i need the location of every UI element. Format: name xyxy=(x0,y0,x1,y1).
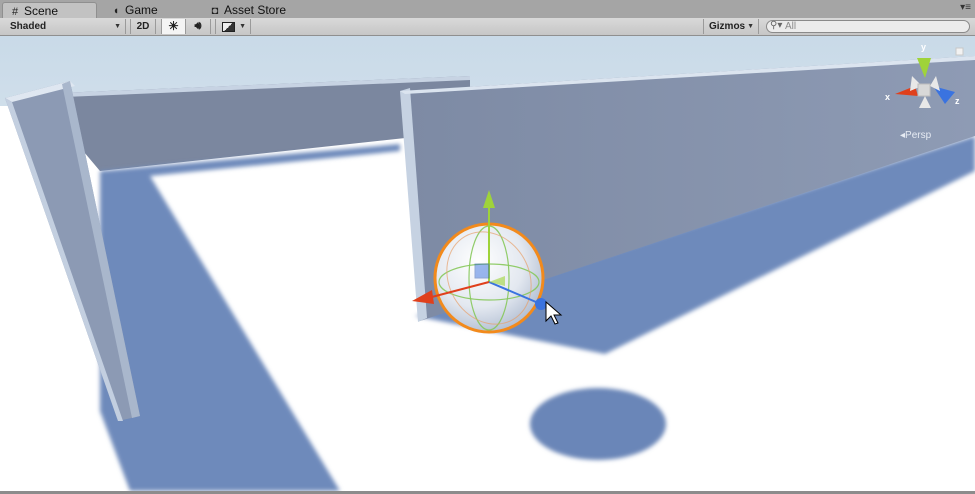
gizmo-x-label: x xyxy=(885,92,890,102)
shading-mode-dropdown[interactable]: Shaded ▼ xyxy=(0,19,126,34)
gizmos-dropdown[interactable]: Gizmos ▼ xyxy=(703,19,759,34)
tab-scene[interactable]: # Scene xyxy=(2,2,97,18)
sun-icon: ☀ xyxy=(168,19,179,33)
scene-audio-toggle[interactable]: 🔊︎ xyxy=(186,19,211,34)
bag-icon: ◘ xyxy=(211,5,219,17)
hierarchy-search-input[interactable]: ⚲▾ All xyxy=(766,20,970,33)
scene-effects-dropdown[interactable]: ▼ xyxy=(215,19,251,34)
2d-toggle-button[interactable]: 2D xyxy=(130,19,156,34)
pacman-icon: ◖ xyxy=(112,5,120,17)
scene-viewport[interactable]: y x z ◂Persp xyxy=(0,36,975,491)
z-axis-handle[interactable] xyxy=(535,298,547,310)
scene-render: y x z ◂Persp xyxy=(0,36,975,491)
tab-scene-label: Scene xyxy=(24,4,59,18)
search-icon: ⚲▾ xyxy=(770,20,783,31)
2d-toggle-label: 2D xyxy=(136,21,150,32)
tab-game[interactable]: ◖ Game xyxy=(104,2,194,18)
shading-mode-label: Shaded xyxy=(10,21,47,32)
projection-label[interactable]: ◂Persp xyxy=(900,130,932,141)
tab-asset-store[interactable]: ◘ Asset Store xyxy=(203,2,323,18)
chevron-down-icon: ▼ xyxy=(114,23,121,30)
chevron-down-icon: ▼ xyxy=(239,23,246,30)
sphere-shadow xyxy=(530,388,666,460)
panel-menu-icon[interactable]: ▾≡ xyxy=(960,2,971,13)
scene-lighting-toggle[interactable]: ☀ xyxy=(161,19,186,34)
tab-asset-store-label: Asset Store xyxy=(224,3,287,17)
lock-view-icon[interactable] xyxy=(955,47,964,56)
gizmo-z-label: z xyxy=(955,96,960,106)
image-icon xyxy=(222,22,235,32)
gizmo-y-label: y xyxy=(921,42,926,52)
chevron-down-icon: ▼ xyxy=(747,23,754,30)
tab-bar: # Scene ◖ Game ◘ Asset Store ▾≡ xyxy=(0,0,975,19)
speaker-icon: 🔊︎ xyxy=(194,20,202,32)
tab-game-label: Game xyxy=(125,3,158,17)
search-placeholder: All xyxy=(785,21,797,32)
gizmos-label: Gizmos xyxy=(709,21,746,32)
